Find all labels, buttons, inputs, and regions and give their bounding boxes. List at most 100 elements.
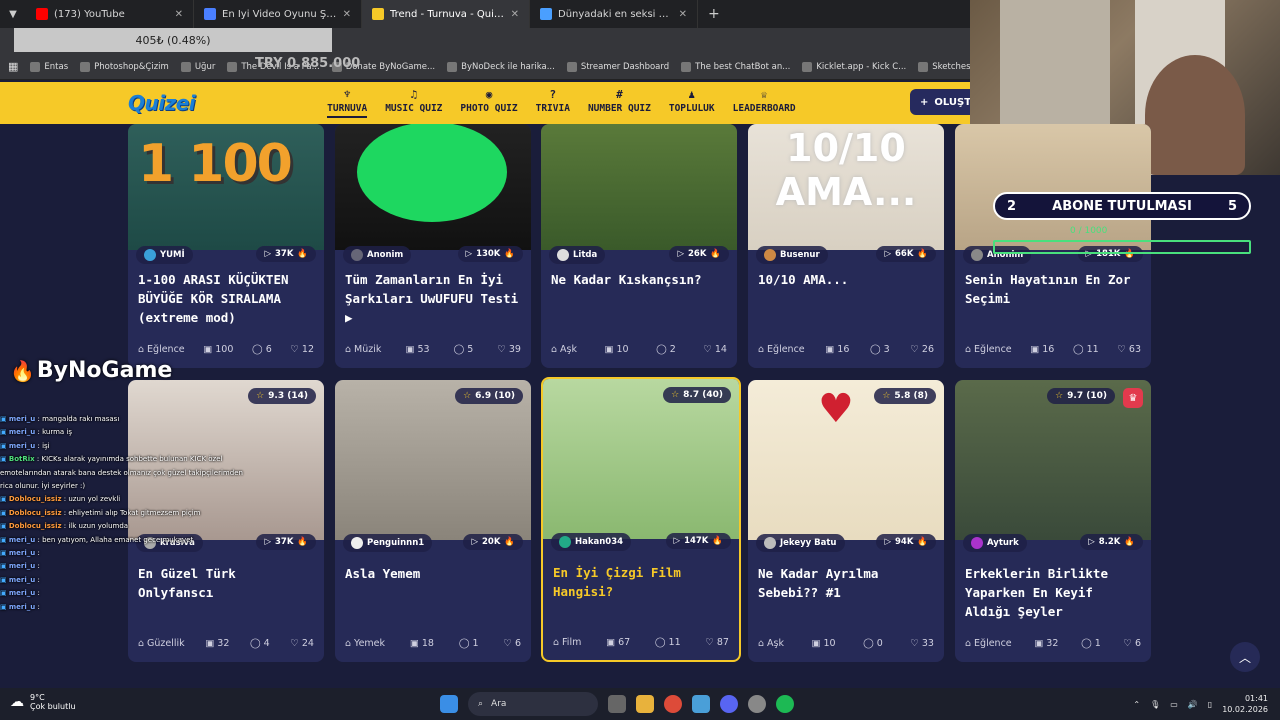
quiz-card[interactable]: ♥ Jekeyy Batu ▷ 94K 🔥 ☆ 5.8 (8) Ne Kadar Ayrılm… [748, 380, 944, 662]
bookmark-item[interactable]: Photoshop&Çizim [80, 61, 169, 72]
quiz-thumbnail[interactable] [955, 380, 1151, 540]
tag-icon: ⌂ [551, 344, 558, 355]
like-count[interactable]: ♡ 12 [290, 344, 314, 355]
author-chip[interactable]: Busenur [756, 246, 828, 264]
browser-tab[interactable]: (173) YouTube ✕ [26, 0, 194, 28]
nav-item[interactable]: ? TRIVIA [536, 88, 570, 118]
quiz-card[interactable]: Anonim ▷ 130K 🔥 Tüm Zamanların En İyi Şarkıl… [335, 124, 531, 368]
quiz-title[interactable]: En İyi Çizgi Film Hangisi? [553, 563, 729, 601]
chevron-up-icon[interactable]: ⌃ [1133, 700, 1140, 709]
browser-tab[interactable]: Dünyadaki en seksi Kadın kim - ✕ [530, 0, 698, 28]
bookmark-item[interactable]: Sketches 2010-2011... [918, 61, 970, 72]
quiz-card[interactable]: Hakan034 ▷ 147K 🔥 ☆ 8.7 (40) En İyi Çizgi Film… [541, 377, 741, 662]
quiz-thumbnail[interactable] [955, 124, 1151, 250]
close-icon[interactable]: ✕ [343, 9, 351, 20]
chrome-icon[interactable] [664, 695, 682, 713]
category-tag[interactable]: ⌂ Eğlence [965, 344, 1012, 355]
author-chip[interactable]: Jekeyy Batu [756, 534, 845, 552]
bookmark-item[interactable]: ByNoDeck ile harika... [447, 61, 555, 72]
spotify-icon[interactable] [776, 695, 794, 713]
bookmark-item[interactable]: Kicklet.app - Kick C... [802, 61, 906, 72]
bookmark-item[interactable]: The best ChatBot an... [681, 61, 790, 72]
chat-badge-icon: ▣ [0, 562, 7, 571]
author-chip[interactable]: YUMİ [136, 246, 193, 264]
category-tag[interactable]: ⌂ Aşk [551, 344, 577, 355]
layers-icon: ▣ [205, 638, 215, 649]
quiz-title[interactable]: Asla Yemem [345, 564, 521, 583]
browser-tab[interactable]: Trend - Turnuva - Quizei ✕ [362, 0, 530, 28]
nav-item[interactable]: ◉ PHOTO QUIZ [460, 88, 517, 118]
like-count[interactable]: ♡ 33 [910, 638, 934, 649]
quiz-card[interactable]: Litda ▷ 26K 🔥 Ne Kadar Kıskançsın? ⌂ Aşk ▣ 10 … [541, 124, 737, 368]
windows-start-icon[interactable] [440, 695, 458, 713]
quiz-thumbnail[interactable] [541, 124, 737, 250]
like-count[interactable]: ♡ 63 [1117, 344, 1141, 355]
bookmark-item[interactable]: Entas [30, 61, 68, 72]
bookmark-icon [447, 61, 458, 72]
category-tag[interactable]: ⌂ Eğlence [138, 344, 185, 355]
like-count[interactable]: ♡ 14 [703, 344, 727, 355]
nav-item[interactable]: ♆ TURNUVA [327, 88, 368, 118]
quiz-card[interactable]: 1 100 YUMİ ▷ 37K 🔥 1-100 ARASI KÜÇÜKTEN BÜYÜĞ… [128, 124, 324, 368]
category-tag[interactable]: ⌂ Film [553, 637, 581, 648]
category-tag[interactable]: ⌂ Aşk [758, 638, 784, 649]
mic-icon[interactable]: 🎙 [1150, 700, 1160, 709]
site-logo[interactable]: Quizei [128, 91, 196, 115]
nav-item[interactable]: ♟ TOPLULUK [669, 88, 715, 118]
author-chip[interactable]: Litda [549, 246, 606, 264]
app2-icon[interactable] [748, 695, 766, 713]
category-tag[interactable]: ⌂ Güzellik [138, 638, 185, 649]
clock[interactable]: 01:41 10.02.2026 [1222, 693, 1268, 715]
close-icon[interactable]: ✕ [175, 9, 183, 20]
like-count[interactable]: ♡ 6 [503, 638, 521, 649]
bookmark-item[interactable]: Streamer Dashboard [566, 61, 669, 72]
file-explorer-icon[interactable] [636, 695, 654, 713]
like-count[interactable]: ♡ 24 [290, 638, 314, 649]
nav-item[interactable]: ♕ LEADERBOARD [733, 88, 796, 118]
close-icon[interactable]: ✕ [679, 9, 687, 20]
apps-icon[interactable]: ▦ [8, 60, 18, 73]
discord-icon[interactable] [720, 695, 738, 713]
quiz-thumbnail[interactable] [335, 380, 531, 540]
nav-item[interactable]: ♫ MUSIC QUIZ [385, 88, 442, 118]
bookmark-item[interactable]: Uğur [180, 61, 215, 72]
quiz-title[interactable]: Erkeklerin Birlikte Yaparken En Keyif Al… [965, 564, 1141, 621]
like-count[interactable]: ♡ 26 [910, 344, 934, 355]
category-tag[interactable]: ⌂ Yemek [345, 638, 385, 649]
tab-list-icon[interactable]: ▼ [0, 9, 26, 20]
quiz-title[interactable]: 1-100 ARASI KÜÇÜKTEN BÜYÜĞE KÖR SIRALAMA… [138, 270, 314, 327]
task-view-icon[interactable] [608, 695, 626, 713]
quiz-card[interactable]: Penguinnn1 ▷ 20K 🔥 ☆ 6.9 (10) Asla Yemem ⌂ Yeme… [335, 380, 531, 662]
author-chip[interactable]: Hakan034 [551, 533, 632, 551]
chat-badge-icon: ▣ [0, 602, 7, 611]
network-icon[interactable]: ▭ [1170, 700, 1178, 709]
category-tag[interactable]: ⌂ Eğlence [758, 344, 805, 355]
like-count[interactable]: ♡ 39 [497, 344, 521, 355]
quiz-title[interactable]: Ne Kadar Ayrılma Sebebi?? #1 [758, 564, 934, 602]
quiz-card[interactable]: Ayturk ▷ 8.2K 🔥 ☆ 9.7 (10) ♛ Erkeklerin Birlikt… [955, 380, 1151, 662]
battery-icon[interactable]: ▯ [1208, 700, 1212, 709]
author-chip[interactable]: Anonim [343, 246, 412, 264]
author-chip[interactable]: Ayturk [963, 534, 1027, 552]
quiz-thumbnail[interactable] [543, 379, 739, 539]
like-count[interactable]: ♡ 87 [705, 637, 729, 648]
nav-item[interactable]: # NUMBER QUIZ [588, 88, 651, 118]
volume-icon[interactable]: 🔊 [1188, 700, 1198, 709]
quiz-title[interactable]: Tüm Zamanların En İyi Şarkıları UwUFUFU … [345, 270, 521, 327]
new-tab-button[interactable]: + [698, 6, 730, 22]
close-icon[interactable]: ✕ [511, 9, 519, 20]
like-count[interactable]: ♡ 6 [1123, 638, 1141, 649]
browser-tab[interactable]: En İyi Video Oyunu Şarkısı [GÜNC✕ [194, 0, 362, 28]
category-tag[interactable]: ⌂ Eğlence [965, 638, 1012, 649]
taskbar-search[interactable]: ⌕ Ara [468, 692, 598, 716]
app-icon[interactable] [692, 695, 710, 713]
author-chip[interactable]: Penguinnn1 [343, 534, 433, 552]
quiz-title[interactable]: Ne Kadar Kıskançsın? [551, 270, 727, 289]
quiz-title[interactable]: 10/10 AMA... [758, 270, 934, 289]
chat-badge-icon: ▣ [0, 441, 7, 450]
quiz-card[interactable]: 10/10 AMA... Busenur ▷ 66K 🔥 10/10 AMA... ⌂ Eğ… [748, 124, 944, 368]
scroll-top-button[interactable]: ︿ [1230, 642, 1260, 672]
quiz-title[interactable]: Senin Hayatının En Zor Seçimi [965, 270, 1141, 308]
weather-widget[interactable]: ☁ 9°C Çok bulutlu [10, 693, 76, 711]
category-tag[interactable]: ⌂ Müzik [345, 344, 381, 355]
